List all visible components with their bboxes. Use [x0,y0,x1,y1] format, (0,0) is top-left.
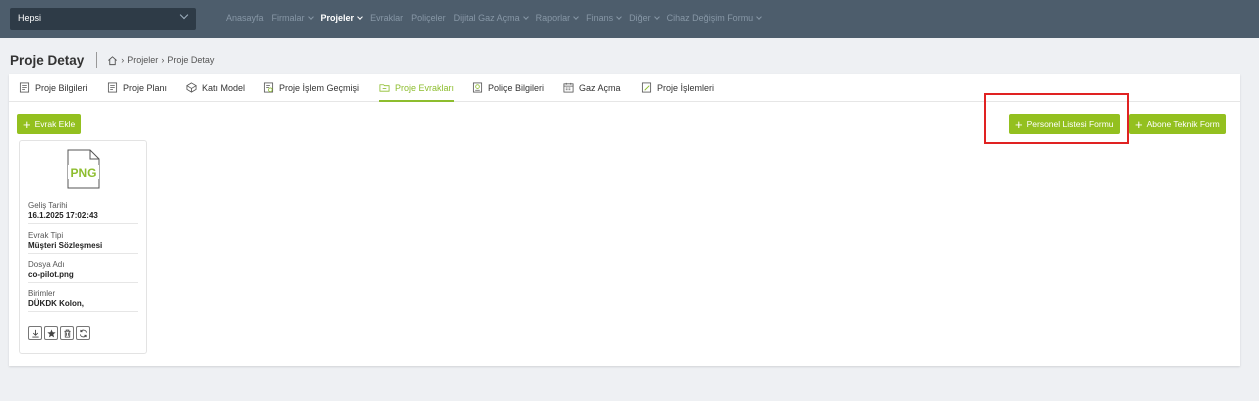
document-icon [19,82,30,93]
policy-icon [472,82,483,93]
scope-select-value: Hepsi [18,13,42,23]
file-type-label: PNG [70,166,97,180]
nav-item-policeler[interactable]: Poliçeler [411,13,446,23]
calendar-icon [563,82,574,93]
tab-proje-evraklari[interactable]: Proje Evrakları [379,82,455,102]
nav-item-projeler[interactable]: Projeler [321,13,363,23]
field-value: Müşteri Sözleşmesi [28,241,103,250]
subscriber-technical-form-label: Abone Teknik Form [1146,119,1220,129]
field-divider [28,223,138,224]
field-value: DÜKDK Kolon, [28,299,84,308]
chevron-down-icon [616,13,622,20]
field-label: Evrak Tipi [28,231,64,240]
tab-label: Proje Evrakları [395,82,455,93]
add-document-label: Evrak Ekle [34,119,76,129]
nav-label: Raporlar [535,13,571,23]
nav-label: Anasayfa [226,13,264,23]
nav-item-diger[interactable]: Diğer [629,13,660,23]
subscriber-technical-form-button[interactable]: + Abone Teknik Form [1129,114,1226,134]
download-icon [31,329,39,338]
tab-label: Proje İşlemleri [657,82,715,93]
tab-label: Proje Planı [123,82,168,93]
highlight-box [984,93,1129,144]
tab-kati-model[interactable]: Katı Model [186,82,245,93]
nav-item-raporlar[interactable]: Raporlar [536,13,579,23]
nav-label: Finans [586,13,614,23]
chevron-down-icon [522,13,529,20]
refresh-icon [79,329,87,337]
download-button[interactable] [28,326,42,340]
home-icon[interactable] [107,55,118,66]
field-divider [28,253,138,254]
favorite-button[interactable] [44,326,58,340]
tab-label: Proje Bilgileri [35,82,88,93]
tab-label: Gaz Açma [579,82,621,93]
field-gelis-tarihi: Geliş Tarihi 16.1.2025 17:02:43 [28,201,138,224]
field-divider [28,311,138,312]
title-divider [96,52,98,68]
nav-item-cihaz-degisim-formu[interactable]: Cihaz Değişim Formu [666,13,763,23]
nav-label: Evraklar [370,13,404,23]
chevron-down-icon [573,13,579,20]
plus-icon: + [23,116,31,132]
breadcrumb-separator: › [121,55,125,65]
trash-icon [63,329,71,338]
folder-icon [379,84,390,92]
breadcrumb-projeler[interactable]: Projeler [127,55,158,65]
nav-label: Diğer [629,13,651,23]
document-history-icon [263,82,274,93]
breadcrumb: › Projeler › Proje Detay [107,55,214,66]
document-actions [28,326,90,340]
edit-document-icon [641,82,652,93]
tab-label: Katı Model [202,82,246,93]
chevron-down-icon [357,13,363,20]
breadcrumb-separator: › [161,55,165,65]
chevron-down-icon [653,13,660,20]
tab-gaz-acma[interactable]: Gaz Açma [563,82,621,93]
chevron-down-icon [756,13,763,20]
delete-button[interactable] [60,326,74,340]
field-evrak-tipi: Evrak Tipi Müşteri Sözleşmesi [28,231,138,254]
nav-label: Firmalar [271,13,305,23]
nav-label: Cihaz Değişim Formu [666,13,754,23]
document-icon [107,82,118,93]
nav-item-anasayfa[interactable]: Anasayfa [226,13,264,23]
field-dosya-adi: Dosya Adı co-pilot.png [28,260,138,283]
nav-item-evraklar[interactable]: Evraklar [370,13,403,23]
nav-label: Projeler [320,13,355,23]
add-document-button[interactable]: + Evrak Ekle [17,114,82,134]
nav-item-dijital-gaz-acma[interactable]: Dijital Gaz Açma [453,13,529,23]
tab-police-bilgileri[interactable]: Poliçe Bilgileri [472,82,544,93]
star-icon [46,328,56,337]
breadcrumb-current: Proje Detay [167,55,215,65]
field-birimler: Birimler DÜKDK Kolon, [28,289,138,312]
nav-label: Poliçeler [411,13,446,23]
field-label: Birimler [28,289,56,298]
nav-item-finans[interactable]: Finans [586,13,622,23]
scope-select[interactable]: Hepsi [10,8,196,30]
tab-proje-islem-gecmisi[interactable]: Proje İşlem Geçmişi [263,82,359,93]
field-label: Dosya Adı [28,260,65,269]
nav-label: Dijital Gaz Açma [453,13,520,23]
page-header: Proje Detay › Projeler › Proje Detay [10,50,214,70]
field-label: Geliş Tarihi [28,201,68,210]
page-title: Proje Detay [10,52,85,68]
field-value: co-pilot.png [28,270,74,279]
chevron-down-icon [307,13,314,20]
chevron-down-icon [179,10,189,20]
main-menu: Anasayfa Firmalar Projeler Evraklar Poli… [226,13,769,23]
document-card[interactable]: PNG Geliş Tarihi 16.1.2025 17:02:43 Evra… [19,140,147,354]
plus-icon: + [1135,116,1143,132]
field-divider [28,282,138,283]
tab-label: Proje İşlem Geçmişi [279,82,360,93]
field-value: 16.1.2025 17:02:43 [28,211,98,220]
tab-label: Poliçe Bilgileri [488,82,545,93]
nav-item-firmalar[interactable]: Firmalar [271,13,314,23]
tab-proje-bilgileri[interactable]: Proje Bilgileri [19,82,88,93]
tab-proje-plani[interactable]: Proje Planı [107,82,167,93]
refresh-button[interactable] [76,326,90,340]
cube-icon [186,82,197,93]
tab-proje-islemleri[interactable]: Proje İşlemleri [641,82,714,93]
top-navigation-bar: Hepsi Anasayfa Firmalar Projeler Evrakla… [0,0,1259,38]
